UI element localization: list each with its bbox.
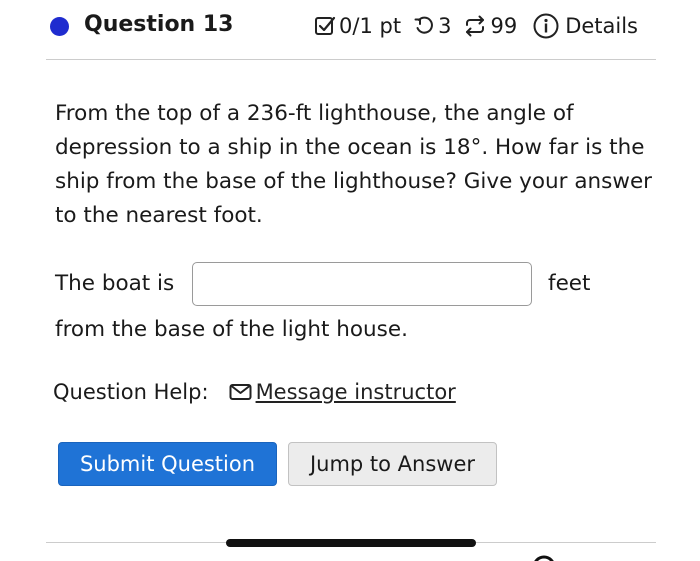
attempts-group: 3 xyxy=(413,14,451,38)
versions-text: 99 xyxy=(490,14,518,38)
details-button[interactable]: Details xyxy=(533,13,638,39)
question-header: Question 13 0/1 pt 3 99 Details xyxy=(48,10,656,48)
attempts-text: 3 xyxy=(438,14,452,38)
answer-unit: feet xyxy=(548,271,591,296)
question-help: Question Help: Message instructor xyxy=(53,380,456,404)
question-help-label: Question Help: xyxy=(53,380,209,404)
details-label: Details xyxy=(565,14,638,38)
question-title: Question 13 xyxy=(84,12,234,37)
partial-icon xyxy=(534,555,554,561)
answer-prefix: The boat is xyxy=(55,271,175,296)
info-icon xyxy=(533,13,559,39)
score-text: 0/1 pt xyxy=(339,14,402,38)
message-instructor-link[interactable]: Message instructor xyxy=(229,380,456,404)
submit-question-button[interactable]: Submit Question xyxy=(58,442,277,486)
envelope-icon xyxy=(229,384,252,400)
undo-icon xyxy=(414,16,434,34)
jump-to-answer-button[interactable]: Jump to Answer xyxy=(288,442,497,486)
checkbox-icon xyxy=(315,16,336,35)
score-group: 0/1 pt xyxy=(314,14,401,38)
message-instructor-label: Message instructor xyxy=(255,380,456,404)
question-status-dot xyxy=(50,17,69,36)
answer-row: The boat is feet xyxy=(55,262,655,310)
retry-arrows-icon xyxy=(466,15,485,37)
versions-group: 99 xyxy=(463,14,517,38)
answer-input[interactable] xyxy=(192,262,532,306)
question-meta: 0/1 pt 3 99 Details xyxy=(314,13,638,39)
question-text: From the top of a 236-ft lighthouse, the… xyxy=(55,101,653,228)
question-page: Question 13 0/1 pt 3 99 Details From the… xyxy=(0,0,700,561)
answer-suffix: from the base of the light house. xyxy=(55,317,408,342)
header-divider xyxy=(46,59,656,60)
home-indicator xyxy=(226,539,476,547)
